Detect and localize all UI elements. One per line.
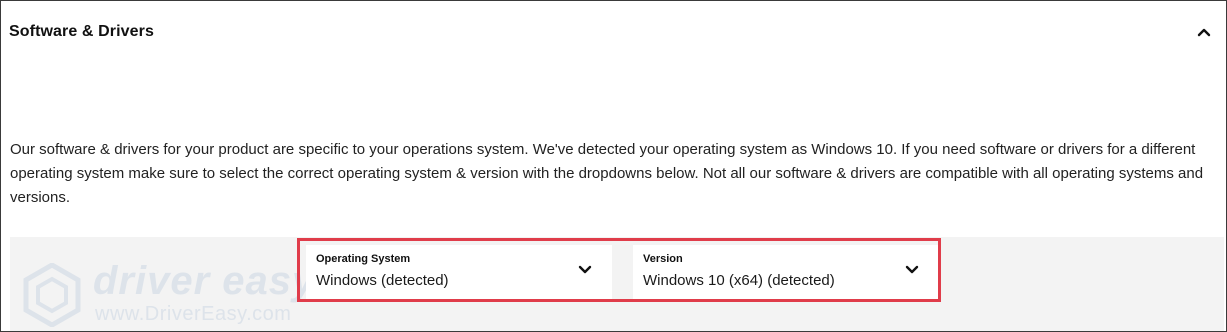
dropdowns-highlight: [297, 238, 941, 302]
software-drivers-panel: Software & Drivers Our software & driver…: [0, 0, 1227, 332]
section-title: Software & Drivers: [9, 23, 154, 40]
chevron-up-icon[interactable]: [1192, 20, 1216, 44]
section-description: Our software & drivers for your product …: [10, 141, 1204, 206]
section-header[interactable]: Software & Drivers: [1, 1, 1226, 63]
